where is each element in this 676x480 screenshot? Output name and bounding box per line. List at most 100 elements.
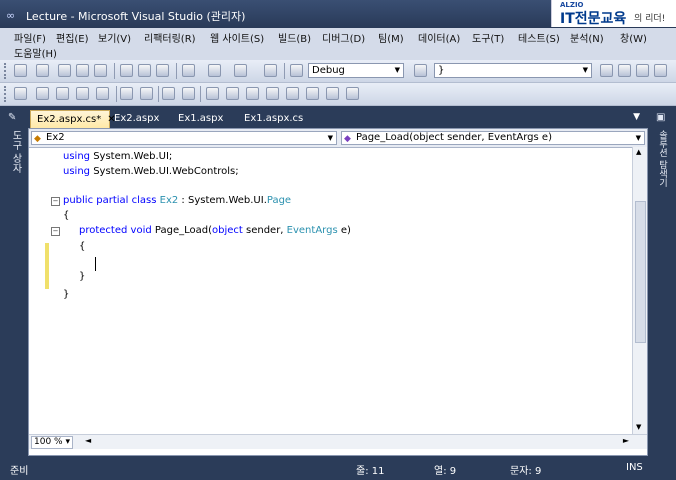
parameter-info-icon[interactable] — [36, 87, 49, 100]
next-bookmark-doc-icon[interactable] — [326, 87, 339, 100]
scroll-left-icon[interactable]: ◄ — [85, 436, 91, 445]
toolbox-icon[interactable] — [636, 64, 649, 77]
menu-analyze[interactable]: 분석(N) — [570, 30, 604, 45]
menu-build[interactable]: 빌드(B) — [278, 30, 311, 45]
toolbar-separator — [284, 63, 285, 79]
word-completion-icon[interactable] — [76, 87, 89, 100]
redo-icon[interactable] — [208, 64, 221, 77]
left-dock-strip: ✎ 도구 상자 — [0, 108, 28, 456]
member-combo[interactable]: ◆ Page_Load(object sender, EventArgs e) … — [341, 131, 645, 145]
menu-file[interactable]: 파일(F) — [14, 30, 46, 45]
display-object-icon[interactable] — [14, 87, 27, 100]
scroll-up-icon[interactable]: ▲ — [636, 148, 641, 156]
find-combo-value: } — [438, 65, 445, 76]
undo-icon[interactable] — [182, 64, 195, 77]
code-line: { — [79, 241, 86, 252]
menu-help[interactable]: 도움말(H) — [14, 45, 57, 60]
menu-website[interactable]: 웹 사이트(S) — [210, 30, 264, 45]
menu-data[interactable]: 데이터(A) — [418, 30, 460, 45]
collapse-toggle-icon[interactable]: − — [51, 227, 60, 236]
class-combo[interactable]: ◆ Ex2 ▼ — [31, 131, 337, 145]
menu-window[interactable]: 창(W) — [620, 30, 647, 45]
chevron-down-icon: ▼ — [394, 66, 400, 74]
code-line: } — [63, 289, 70, 300]
prev-bookmark-doc-icon[interactable] — [306, 87, 319, 100]
pin-icon[interactable]: ✎ — [8, 112, 16, 123]
menu-test[interactable]: 테스트(S) — [518, 30, 560, 45]
collapse-toggle-icon[interactable]: − — [51, 197, 60, 206]
code-editor[interactable]: ◆ Ex2 ▼ ◆ Page_Load(object sender, Event… — [28, 128, 648, 456]
menu-bar: 파일(F) 편집(E) 보기(V) 리팩터링(R) 웹 사이트(S) 빌드(B)… — [0, 28, 676, 60]
increase-indent-icon[interactable] — [140, 87, 153, 100]
tab-ex1-aspx[interactable]: Ex1.aspx — [172, 110, 234, 128]
tab-ex2-aspx-cs[interactable]: Ex2.aspx.cs* ✕ — [30, 110, 116, 128]
start-debugging-icon[interactable] — [290, 64, 303, 77]
chevron-down-icon: ▼ — [635, 134, 641, 142]
save-icon[interactable] — [76, 64, 89, 77]
status-ready: 준비 — [10, 466, 29, 477]
uncomment-icon[interactable] — [182, 87, 195, 100]
menu-team[interactable]: 팀(M) — [378, 30, 404, 45]
scroll-thumb[interactable] — [635, 201, 646, 343]
solution-explorer-icon[interactable]: ▣ — [656, 112, 665, 123]
menu-tools[interactable]: 도구(T) — [472, 30, 504, 45]
zoom-select[interactable]: 100 % ▾ — [31, 436, 73, 449]
previous-bookmark-icon[interactable] — [226, 87, 239, 100]
toolbar-grip[interactable] — [4, 86, 9, 102]
comment-out-icon[interactable] — [162, 87, 175, 100]
scroll-right-icon[interactable]: ► — [623, 436, 629, 445]
tab-label: Ex1.aspx.cs — [244, 113, 304, 124]
menu-debug[interactable]: 디버그(D) — [322, 30, 365, 45]
navigate-forward-icon[interactable] — [264, 64, 277, 77]
solution-explorer-tab[interactable]: 솔루션 탐색기 — [656, 130, 669, 187]
scroll-down-icon[interactable]: ▼ — [636, 423, 641, 431]
open-file-icon[interactable] — [58, 64, 71, 77]
code-area[interactable]: using System.Web.UI; using System.Web.UI… — [29, 147, 633, 434]
add-item-icon[interactable] — [36, 64, 49, 77]
text-caret — [95, 257, 96, 271]
status-column: 열: 9 — [434, 466, 457, 477]
changed-lines-marker — [45, 243, 49, 289]
properties-icon[interactable] — [618, 64, 631, 77]
cut-icon[interactable] — [120, 64, 133, 77]
display-word-icon[interactable] — [96, 87, 109, 100]
solution-explorer-icon[interactable] — [600, 64, 613, 77]
decrease-indent-icon[interactable] — [120, 87, 133, 100]
next-bookmark-folder-icon[interactable] — [286, 87, 299, 100]
tab-label: Ex1.aspx — [178, 113, 224, 124]
copy-icon[interactable] — [138, 64, 151, 77]
navigate-back-icon[interactable] — [234, 64, 247, 77]
navigation-bar: ◆ Ex2 ▼ ◆ Page_Load(object sender, Event… — [29, 129, 647, 148]
solution-config-select[interactable]: Debug ▼ — [308, 63, 404, 78]
toolbox-tab[interactable]: 도구 상자 — [8, 130, 23, 173]
tab-label: Ex2.aspx — [114, 113, 160, 124]
member-combo-value: Page_Load(object sender, EventArgs e) — [356, 132, 552, 143]
prev-bookmark-folder-icon[interactable] — [266, 87, 279, 100]
save-all-icon[interactable] — [94, 64, 107, 77]
more-options-icon[interactable] — [654, 64, 667, 77]
tab-ex2-aspx[interactable]: Ex2.aspx — [108, 110, 174, 128]
paste-icon[interactable] — [156, 64, 169, 77]
editor-bottom-bar: 100 % ▾ ◄ ► — [29, 434, 647, 449]
new-project-icon[interactable] — [14, 64, 27, 77]
menu-edit[interactable]: 편집(E) — [56, 30, 89, 45]
toolbar-separator — [200, 86, 201, 102]
quick-info-icon[interactable] — [56, 87, 69, 100]
menu-refactor[interactable]: 리팩터링(R) — [144, 30, 196, 45]
tab-label: Ex2.aspx.cs* — [37, 114, 102, 125]
find-in-files-icon[interactable] — [414, 64, 427, 77]
tab-ex1-aspx-cs[interactable]: Ex1.aspx.cs — [238, 110, 314, 128]
code-line: protected void Page_Load(object sender, … — [79, 225, 351, 236]
find-combo[interactable]: } ▼ — [434, 63, 592, 78]
clear-bookmarks-icon[interactable] — [346, 87, 359, 100]
tab-list-dropdown-icon[interactable]: ▼ — [633, 112, 640, 122]
toolbar-grip[interactable] — [4, 63, 9, 79]
code-line: using System.Web.UI; — [63, 151, 173, 162]
vertical-scrollbar[interactable]: ▲ ▼ — [632, 147, 647, 434]
document-tabs: Ex2.aspx.cs* ✕ Ex2.aspx Ex1.aspx Ex1.aspx… — [28, 108, 648, 128]
toolbar-separator — [114, 63, 115, 79]
solution-config-value: Debug — [312, 65, 345, 76]
next-bookmark-icon[interactable] — [246, 87, 259, 100]
toggle-bookmark-icon[interactable] — [206, 87, 219, 100]
menu-view[interactable]: 보기(V) — [98, 30, 131, 45]
